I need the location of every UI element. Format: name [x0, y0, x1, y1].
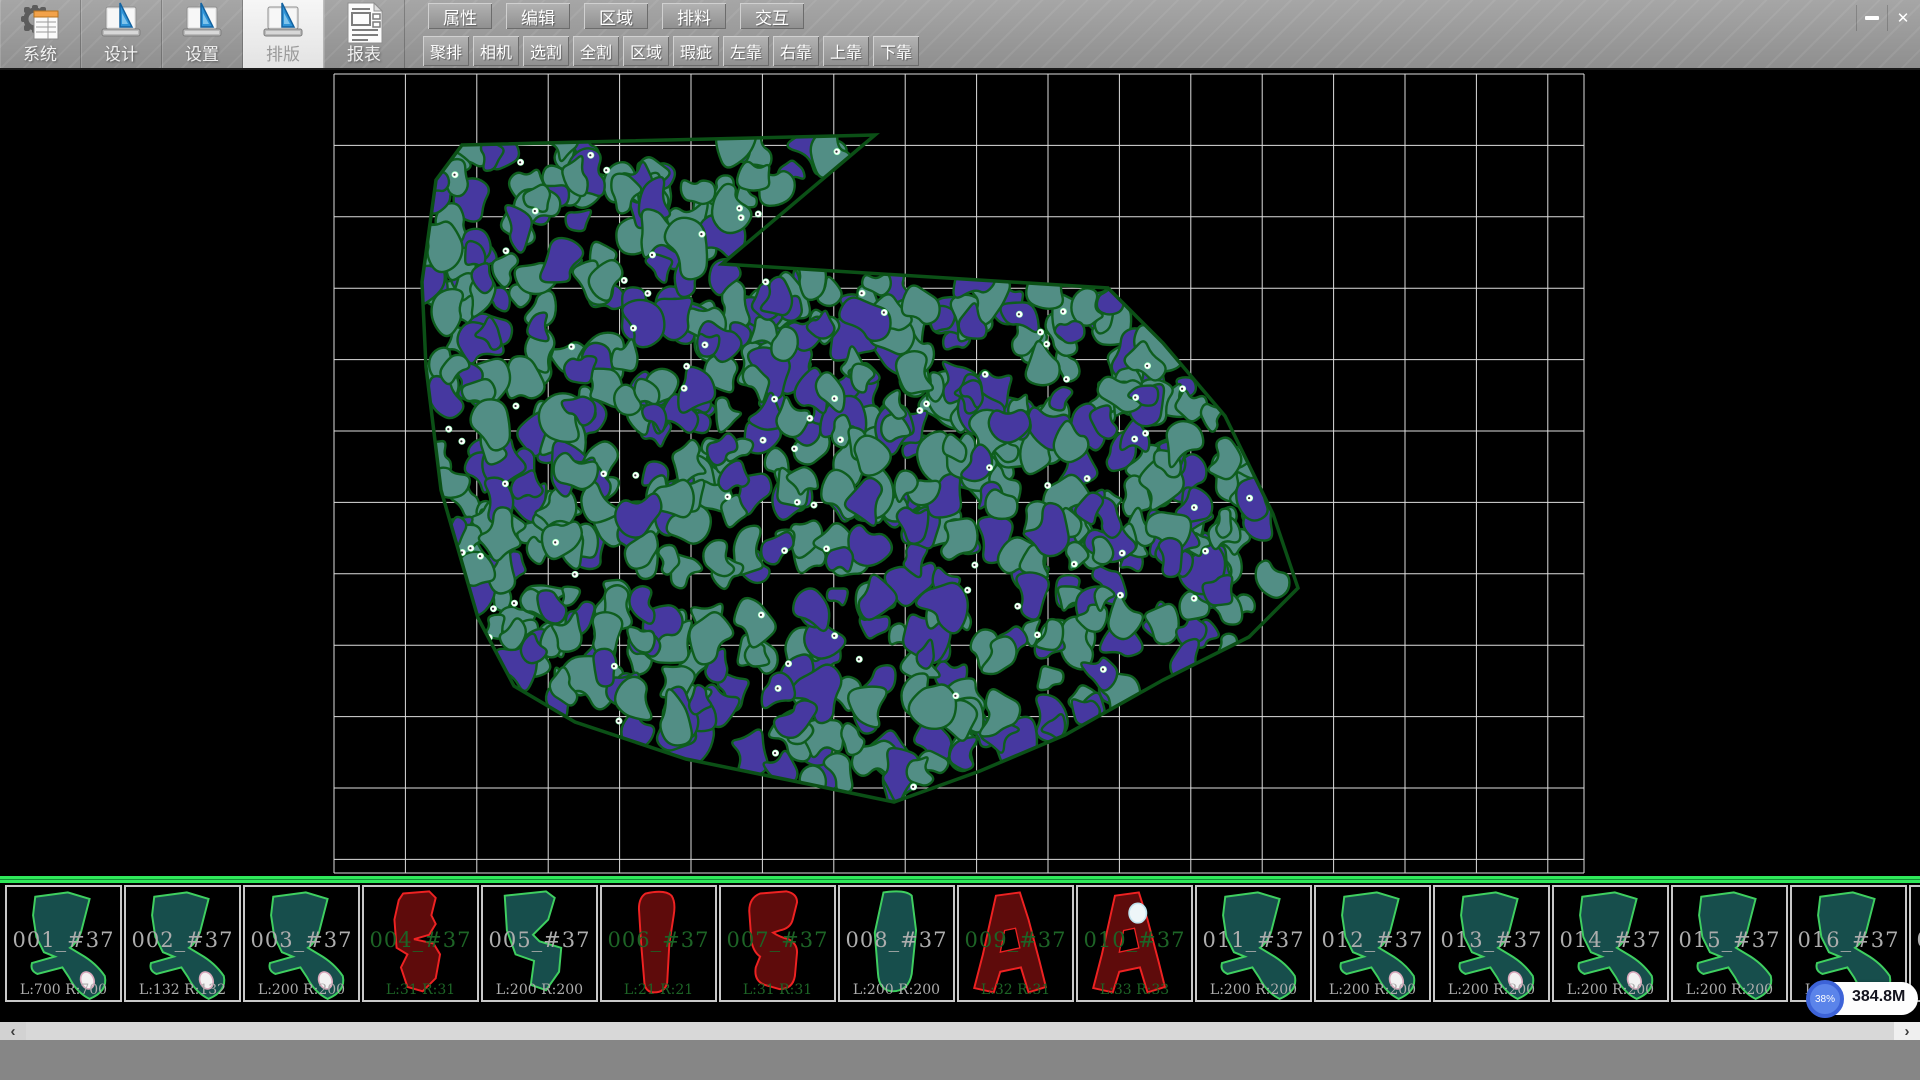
part-lr-count-label: L:200 R:200	[1197, 982, 1310, 998]
part-lr-count-label: L:200 R:200	[245, 982, 358, 998]
laptop-ruler-icon	[260, 0, 306, 46]
tab-settings-label: 设置	[185, 46, 219, 64]
menu-region[interactable]: 区域	[584, 3, 648, 29]
nesting-canvas-svg	[0, 70, 1920, 876]
minimize-icon	[1865, 16, 1879, 20]
part-cell[interactable]: 011_#37 L:200 R:200	[1195, 885, 1312, 1002]
memory-value: 384.8M	[1852, 988, 1905, 1006]
tab-layout-label: 排版	[266, 46, 300, 64]
part-lr-count-label: L:21 R:21	[602, 982, 715, 998]
part-cell[interactable]: 006_#37 L:21 R:21	[600, 885, 717, 1002]
menu-interaction[interactable]: 交互	[740, 3, 804, 29]
part-lr-count-label: L:32 R:31	[959, 982, 1072, 998]
tab-system[interactable]: 系统	[0, 0, 81, 68]
progress-circle: 38%	[1806, 980, 1844, 1018]
laptop-ruler-icon	[98, 0, 144, 46]
part-id-label: 009_#37	[959, 928, 1072, 952]
laptop-ruler-icon	[179, 0, 225, 46]
part-filmstrip: 001_#37L:700 R:700002_#37L:132 R:132003_…	[0, 876, 1920, 1022]
part-cell[interactable]: 012_#37 L:200 R:200	[1314, 885, 1431, 1002]
part-cell[interactable]: 009_#37 L:32 R:31	[957, 885, 1074, 1002]
footer-bar	[0, 1040, 1920, 1080]
btn-select-cut[interactable]: 选割	[523, 36, 569, 66]
part-lr-count-label: L:33 R:33	[1078, 982, 1191, 998]
tab-report-label: 报表	[347, 46, 381, 64]
part-id-label: 013_#37	[1435, 928, 1548, 952]
gear-doc-icon	[18, 0, 62, 46]
menu-nesting[interactable]: 排料	[662, 3, 726, 29]
filmstrip-top-line	[0, 876, 1920, 883]
minimize-button[interactable]	[1856, 5, 1887, 31]
part-id-label: 014_#37	[1554, 928, 1667, 952]
part-id-label: 002_#37	[126, 928, 239, 952]
part-id-label: 015_#37	[1673, 928, 1786, 952]
part-cell[interactable]: 007_#37 L:31 R:31	[719, 885, 836, 1002]
part-lr-count-label: L:31 R:31	[364, 982, 477, 998]
horizontal-scrollbar[interactable]: ‹ ›	[0, 1022, 1920, 1040]
part-lr-count-label: L:200 R:200	[1673, 982, 1786, 998]
part-lr-count-label: L:200 R:200	[1554, 982, 1667, 998]
part-lr-count-label: L:700 R:700	[7, 982, 120, 998]
part-id-label: 007_#37	[721, 928, 834, 952]
btn-align-bottom[interactable]: 下靠	[873, 36, 919, 66]
tab-system-label: 系统	[23, 46, 57, 64]
part-id-label: 011_#37	[1197, 928, 1310, 952]
part-cell[interactable]: 003_#37 L:200 R:200	[243, 885, 360, 1002]
close-icon: ✕	[1897, 9, 1910, 27]
part-lr-count-label: L:132 R:132	[126, 982, 239, 998]
part-id-label: 016_#37	[1792, 928, 1905, 952]
progress-percent: 38%	[1815, 994, 1835, 1005]
btn-cut-all[interactable]: 全割	[573, 36, 619, 66]
menu-row-2: 聚排 相机 选割 全割 区域 瑕疵 左靠 右靠 上靠 下靠	[423, 36, 923, 66]
part-id-label: 006_#37	[602, 928, 715, 952]
tab-design-label: 设计	[104, 46, 138, 64]
nesting-canvas[interactable]	[0, 70, 1920, 876]
menu-row-1: 属性 编辑 区域 排料 交互	[428, 3, 818, 29]
part-lr-count-label: L:200 R:200	[840, 982, 953, 998]
part-cell[interactable]: 002_#37 L:132 R:132	[124, 885, 241, 1002]
window-controls: ✕	[1856, 4, 1918, 32]
part-id-label: 012_#37	[1316, 928, 1429, 952]
btn-region[interactable]: 区域	[623, 36, 669, 66]
btn-align-left[interactable]: 左靠	[723, 36, 769, 66]
main-tab-bar: 系统 设计	[0, 0, 405, 68]
part-cell[interactable]: 015_#37 L:200 R:200	[1671, 885, 1788, 1002]
btn-align-right[interactable]: 右靠	[773, 36, 819, 66]
tab-layout[interactable]: 排版	[243, 0, 324, 68]
nesting-app-window: 系统 设计	[0, 0, 1920, 1080]
part-id-label: 001_#37	[7, 928, 120, 952]
tab-settings[interactable]: 设置	[162, 0, 243, 68]
scroll-right-arrow-icon[interactable]: ›	[1894, 1022, 1920, 1040]
part-id-label: 005_#37	[483, 928, 596, 952]
part-cell[interactable]: 013_#37 L:200 R:200	[1433, 885, 1550, 1002]
report-doc-icon	[342, 0, 386, 46]
btn-camera[interactable]: 相机	[473, 36, 519, 66]
toolbar: 系统 设计	[0, 0, 1920, 70]
part-lr-count-label: L:200 R:200	[1316, 982, 1429, 998]
btn-defect[interactable]: 瑕疵	[673, 36, 719, 66]
part-cell[interactable]: 005_#37 L:200 R:200	[481, 885, 598, 1002]
menu-properties[interactable]: 属性	[428, 3, 492, 29]
part-lr-count-label: L:200 R:200	[1435, 982, 1548, 998]
part-id-label: 004_#37	[364, 928, 477, 952]
scroll-left-arrow-icon[interactable]: ‹	[0, 1022, 26, 1040]
part-id-label: 008_#37	[840, 928, 953, 952]
btn-align-top[interactable]: 上靠	[823, 36, 869, 66]
part-cell[interactable]: 010_#37 L:33 R:33	[1076, 885, 1193, 1002]
tab-design[interactable]: 设计	[81, 0, 162, 68]
part-cell[interactable]: 004_#37 L:31 R:31	[362, 885, 479, 1002]
menu-edit[interactable]: 编辑	[506, 3, 570, 29]
tab-report[interactable]: 报表	[324, 0, 405, 68]
part-lr-count-label: L:200 R:200	[483, 982, 596, 998]
part-id-label: 003_#37	[245, 928, 358, 952]
close-button[interactable]: ✕	[1887, 5, 1918, 31]
part-cell[interactable]: 001_#37 L:700 R:700	[5, 885, 122, 1002]
part-cell[interactable]: 014_#37 L:200 R:200	[1552, 885, 1669, 1002]
part-id-label: 017_#37	[1911, 928, 1920, 952]
part-id-label: 010_#37	[1078, 928, 1191, 952]
btn-cluster-nest[interactable]: 聚排	[423, 36, 469, 66]
part-lr-count-label: L:31 R:31	[721, 982, 834, 998]
part-cell[interactable]: 008_#37 L:200 R:200	[838, 885, 955, 1002]
part-cell-list: 001_#37L:700 R:700002_#37L:132 R:132003_…	[5, 885, 1920, 1002]
